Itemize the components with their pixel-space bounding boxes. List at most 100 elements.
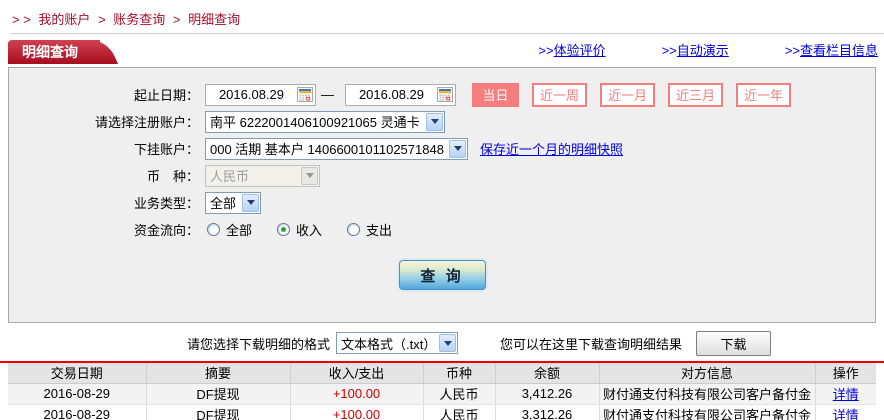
cell-balance: 3,312.26 — [495, 404, 600, 420]
currency-select: 人民币 — [205, 164, 320, 187]
business-type-label: 业务类型： — [133, 196, 199, 211]
header-balance: 余额 — [495, 363, 600, 384]
breadcrumb: > > 我的账户 > 账务查询 > 明细查询 — [0, 0, 884, 33]
register-account-row: 请选择注册账户： 南平 6222001406100921065 灵通卡 — [9, 108, 875, 135]
cell-counterparty: 财付通支付科技有限公司客户备付金 — [599, 383, 816, 405]
chevron-down-icon[interactable] — [439, 334, 457, 352]
cell-summary: DF提现 — [146, 383, 291, 405]
breadcrumb-item-account-query[interactable]: 账务查询 — [113, 12, 165, 27]
fund-flow-option-label: 收入 — [296, 223, 323, 238]
tab-row: 明细查询 >>体验评价 >>自动演示 >>查看栏目信息 — [8, 40, 880, 64]
radio-icon[interactable] — [347, 223, 361, 236]
download-format-value: 文本格式（.txt） — [341, 336, 437, 352]
fund-flow-option-label: 支出 — [366, 223, 393, 238]
header-counterparty: 对方信息 — [599, 363, 816, 384]
snapshot-link[interactable]: 保存近一个月的明细快照 — [480, 139, 623, 158]
fund-flow-radio-expense[interactable]: 支出 — [347, 220, 392, 239]
sub-account-select[interactable]: 000 活期 基本户 1406600101102571848 — [205, 137, 468, 160]
currency-label: 币 种： — [146, 169, 199, 184]
business-type-value: 全部 — [210, 196, 237, 211]
query-form-panel: 起止日期： 2016.08.29 — 2016.08.29 当日 近一周 近一月… — [8, 67, 876, 323]
cell-trade-date: 2016-08-29 — [8, 383, 147, 405]
download-row: 请您选择下载明细的格式 文本格式（.txt） 您可以在这里下载查询明细结果 下载 — [187, 330, 884, 356]
transactions-table: 交易日期 摘要 收入/支出 币种 余额 对方信息 操作 2016-08-29 D… — [8, 363, 876, 420]
register-account-value: 南平 6222001406100921065 灵通卡 — [210, 115, 420, 130]
cell-balance: 3,412.26 — [495, 383, 600, 405]
breadcrumb-separator: > — [98, 12, 106, 27]
quick-date-last-year-button[interactable]: 近一年 — [736, 82, 792, 107]
cell-summary: DF提现 — [146, 404, 291, 420]
fund-flow-option-label: 全部 — [226, 223, 253, 238]
chevron-down-icon[interactable] — [449, 139, 466, 158]
chevron-down-icon[interactable] — [242, 193, 259, 212]
detail-link[interactable]: 详情 — [833, 387, 859, 402]
sub-account-row: 下挂账户： 000 活期 基本户 1406600101102571848 保存近… — [9, 135, 875, 162]
header-summary: 摘要 — [146, 363, 291, 384]
calendar-icon[interactable] — [437, 87, 453, 102]
start-date-input[interactable]: 2016.08.29 — [205, 83, 316, 106]
start-date-value: 2016.08.29 — [218, 87, 285, 102]
table-row: 2016-08-29 DF提现 +100.00 人民币 3,412.26 财付通… — [8, 383, 876, 405]
chevrons-icon: >> — [661, 43, 677, 58]
tab-detail-query[interactable]: 明细查询 — [8, 40, 100, 64]
currency-value: 人民币 — [210, 169, 250, 184]
header-trade-date: 交易日期 — [8, 363, 147, 384]
table-header-row: 交易日期 摘要 收入/支出 币种 余额 对方信息 操作 — [8, 363, 876, 384]
radio-icon[interactable] — [277, 223, 291, 236]
end-date-input[interactable]: 2016.08.29 — [345, 83, 456, 106]
date-range-row: 起止日期： 2016.08.29 — 2016.08.29 当日 近一周 近一月… — [9, 81, 875, 108]
calendar-icon[interactable] — [297, 87, 313, 102]
download-format-label: 请您选择下载明细的格式 — [187, 336, 331, 352]
header-income-expense: 收入/支出 — [290, 363, 424, 384]
cell-currency: 人民币 — [423, 404, 496, 420]
sub-account-value: 000 活期 基本户 1406600101102571848 — [210, 142, 444, 157]
chevron-down-icon[interactable] — [426, 112, 443, 131]
header-action: 操作 — [815, 363, 876, 384]
tab-label: 明细查询 — [22, 44, 78, 60]
header-links: >>体验评价 >>自动演示 >>查看栏目信息 — [538, 40, 878, 64]
cell-trade-date: 2016-08-29 — [8, 404, 147, 420]
divider-line — [10, 33, 884, 34]
header-currency: 币种 — [423, 363, 496, 384]
fund-flow-radio-all[interactable]: 全部 — [207, 220, 252, 239]
download-hint: 您可以在这里下载查询明细结果 — [500, 336, 683, 352]
query-button-row: 查 询 — [9, 260, 875, 290]
breadcrumb-item-detail-query[interactable]: 明细查询 — [188, 12, 240, 27]
table-row: 2016-08-29 DF提现 +100.00 人民币 3,312.26 财付通… — [8, 404, 876, 420]
chevrons-icon: >> — [538, 43, 554, 58]
register-account-label: 请选择注册账户： — [94, 115, 199, 130]
link-auto-demo[interactable]: >>自动演示 — [662, 40, 729, 59]
breadcrumb-separator: > — [172, 12, 181, 27]
fund-flow-row: 资金流向： 全部 收入 支出 — [9, 216, 875, 243]
link-experience-evaluation[interactable]: >>体验评价 — [538, 40, 605, 59]
cell-currency: 人民币 — [423, 383, 496, 405]
quick-date-today-button[interactable]: 当日 — [472, 82, 519, 107]
chevrons-icon: >> — [784, 43, 800, 58]
chevron-down-icon — [301, 166, 318, 185]
quick-date-last-week-button[interactable]: 近一周 — [532, 82, 588, 107]
cell-amount: +100.00 — [290, 383, 424, 405]
link-view-column-info[interactable]: >>查看栏目信息 — [785, 40, 878, 59]
quick-date-last-3-months-button[interactable]: 近三月 — [668, 82, 724, 107]
quick-date-buttons: 当日 近一周 近一月 近三月 近一年 — [472, 82, 792, 107]
radio-icon[interactable] — [207, 223, 220, 236]
fund-flow-radio-income[interactable]: 收入 — [277, 220, 322, 239]
fund-flow-radio-group: 全部 收入 支出 — [207, 220, 392, 239]
business-type-row: 业务类型： 全部 — [9, 189, 875, 216]
currency-row: 币 种： 人民币 — [9, 162, 875, 189]
breadcrumb-item-my-account[interactable]: 我的账户 — [38, 12, 90, 27]
download-button[interactable]: 下载 — [696, 330, 772, 356]
cell-amount: +100.00 — [290, 404, 424, 420]
query-button[interactable]: 查 询 — [398, 260, 486, 290]
breadcrumb-arrows: > > — [12, 12, 31, 27]
register-account-select[interactable]: 南平 6222001406100921065 灵通卡 — [205, 110, 445, 133]
detail-link[interactable]: 详情 — [833, 408, 859, 420]
sub-account-label: 下挂账户： — [133, 142, 199, 157]
download-format-select[interactable]: 文本格式（.txt） — [336, 332, 459, 354]
date-range-label: 起止日期： — [133, 88, 199, 103]
end-date-value: 2016.08.29 — [358, 87, 425, 102]
fund-flow-label: 资金流向： — [133, 223, 199, 238]
business-type-select[interactable]: 全部 — [205, 191, 261, 214]
quick-date-last-month-button[interactable]: 近一月 — [600, 82, 656, 107]
cell-counterparty: 财付通支付科技有限公司客户备付金 — [599, 404, 816, 420]
